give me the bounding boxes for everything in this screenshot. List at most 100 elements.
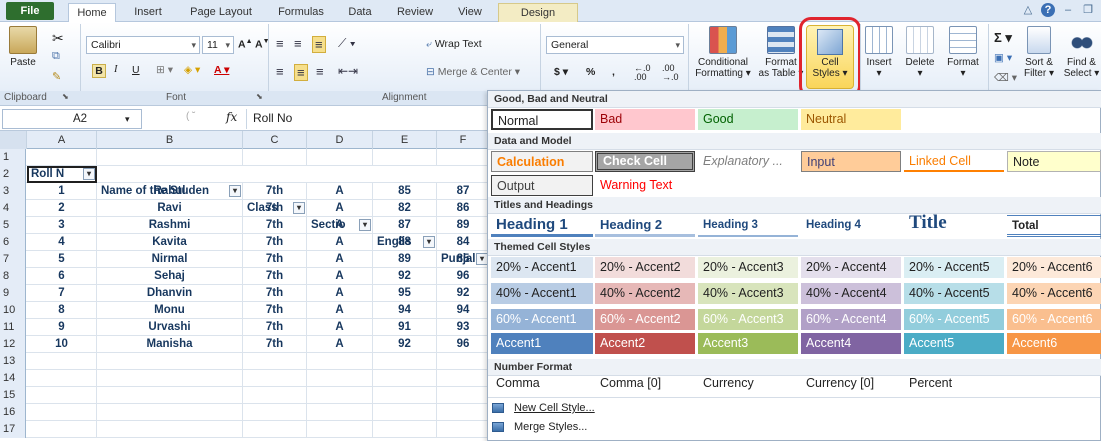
table-cell[interactable]: 92 xyxy=(373,336,437,353)
dialog-launcher-icon[interactable]: ⬊ xyxy=(256,92,263,101)
autosum-icon[interactable]: Σ ▾ xyxy=(994,30,1012,46)
empty-cell[interactable] xyxy=(373,421,437,438)
style-note[interactable]: Note xyxy=(1007,151,1101,172)
table-cell[interactable]: 86 xyxy=(437,200,490,217)
font-color-icon[interactable]: A ▾ xyxy=(214,64,229,76)
table-cell[interactable]: 7th xyxy=(243,302,307,319)
table-cell[interactable]: 88 xyxy=(373,234,437,251)
currency-button[interactable]: $ ▾ xyxy=(554,66,568,78)
style-heading-2[interactable]: Heading 2 xyxy=(595,215,695,237)
row-header[interactable]: 6 xyxy=(0,234,26,251)
style-40-accent1[interactable]: 40% - Accent1 xyxy=(491,283,593,304)
tab-data[interactable]: Data xyxy=(340,3,380,22)
row-header[interactable]: 5 xyxy=(0,217,26,234)
table-cell[interactable]: 6 xyxy=(27,268,97,285)
decrease-indent-icon[interactable]: ⇤⇥ xyxy=(338,64,358,78)
table-cell[interactable]: 7th xyxy=(243,234,307,251)
tab-view[interactable]: View xyxy=(448,3,492,22)
empty-cell[interactable] xyxy=(27,387,97,404)
row-header[interactable]: 8 xyxy=(0,268,26,285)
table-cell[interactable]: A xyxy=(307,336,373,353)
table-cell[interactable]: Monu xyxy=(97,302,243,319)
table-cell[interactable]: 87 xyxy=(373,217,437,234)
column-header-b[interactable]: B xyxy=(97,131,243,149)
style-20-accent4[interactable]: 20% - Accent4 xyxy=(801,257,901,278)
empty-cell[interactable] xyxy=(307,149,373,166)
row-header[interactable]: 17 xyxy=(0,421,26,438)
conditional-formatting-button[interactable]: Conditional Formatting ▾ xyxy=(690,26,756,79)
empty-cell[interactable] xyxy=(27,370,97,387)
align-bottom-icon[interactable]: ≡ xyxy=(312,36,326,53)
empty-cell[interactable] xyxy=(307,404,373,421)
clear-icon[interactable]: ⌫ ▾ xyxy=(994,72,1017,84)
row-header[interactable]: 4 xyxy=(0,200,26,217)
paste-button[interactable]: Paste xyxy=(6,26,40,68)
new-cell-style-item[interactable]: New Cell Style... xyxy=(492,399,595,417)
table-cell[interactable]: A xyxy=(307,217,373,234)
style-20-accent1[interactable]: 20% - Accent1 xyxy=(491,257,593,278)
empty-cell[interactable] xyxy=(97,149,243,166)
bold-button[interactable]: B xyxy=(92,64,106,78)
table-cell[interactable]: Rashmi xyxy=(97,217,243,234)
row-header[interactable]: 13 xyxy=(0,353,26,370)
empty-cell[interactable] xyxy=(373,404,437,421)
increase-decimal-icon[interactable]: ←.0.00 xyxy=(634,64,651,82)
style-accent6[interactable]: Accent6 xyxy=(1007,333,1101,354)
style-20-accent6[interactable]: 20% - Accent6 xyxy=(1007,257,1101,278)
table-cell[interactable]: 92 xyxy=(437,285,490,302)
table-cell[interactable]: 96 xyxy=(437,336,490,353)
table-cell[interactable]: 7th xyxy=(243,268,307,285)
table-cell[interactable]: Urvashi xyxy=(97,319,243,336)
table-cell[interactable]: 4 xyxy=(27,234,97,251)
empty-cell[interactable] xyxy=(437,149,490,166)
empty-cell[interactable] xyxy=(437,421,490,438)
dialog-launcher-icon[interactable]: ⬊ xyxy=(62,92,69,101)
restore-window-icon[interactable]: ❐ xyxy=(1081,3,1095,17)
table-cell[interactable]: 95 xyxy=(373,285,437,302)
align-top-icon[interactable]: ≡ xyxy=(276,36,284,51)
empty-cell[interactable] xyxy=(307,353,373,370)
empty-cell[interactable] xyxy=(437,404,490,421)
empty-cell[interactable] xyxy=(27,421,97,438)
empty-cell[interactable] xyxy=(373,353,437,370)
empty-cell[interactable] xyxy=(97,387,243,404)
filter-dropdown-icon[interactable]: ▾ xyxy=(83,168,95,180)
row-header[interactable]: 10 xyxy=(0,302,26,319)
style-accent5[interactable]: Accent5 xyxy=(904,333,1004,354)
row-header[interactable]: 2 xyxy=(0,166,26,183)
empty-cell[interactable] xyxy=(373,370,437,387)
table-cell[interactable]: Manisha xyxy=(97,336,243,353)
empty-cell[interactable] xyxy=(437,387,490,404)
style-currency-0[interactable]: Currency [0] xyxy=(801,373,901,394)
style-neutral[interactable]: Neutral xyxy=(801,109,901,130)
delete-cells-button[interactable]: Delete ▾ xyxy=(900,26,940,79)
align-center-icon[interactable]: ≡ xyxy=(294,64,308,81)
style-20-accent3[interactable]: 20% - Accent3 xyxy=(698,257,798,278)
table-cell[interactable]: 10 xyxy=(27,336,97,353)
table-cell[interactable]: 5 xyxy=(27,251,97,268)
style-good[interactable]: Good xyxy=(698,109,798,130)
empty-cell[interactable] xyxy=(437,370,490,387)
name-box[interactable]: A2 ▾ xyxy=(2,109,142,129)
style-60-accent3[interactable]: 60% - Accent3 xyxy=(698,309,798,330)
style-check-cell[interactable]: Check Cell xyxy=(595,151,695,172)
style-60-accent5[interactable]: 60% - Accent5 xyxy=(904,309,1004,330)
number-format-dropdown[interactable]: General xyxy=(546,36,684,54)
empty-cell[interactable] xyxy=(307,387,373,404)
row-header[interactable]: 3 xyxy=(0,183,26,200)
insert-cells-button[interactable]: Insert ▾ xyxy=(862,26,896,79)
table-cell[interactable]: 91 xyxy=(373,319,437,336)
merge-center-button[interactable]: ⊟ Merge & Center ▾ xyxy=(426,66,520,78)
table-cell[interactable]: 7th xyxy=(243,285,307,302)
orientation-icon[interactable]: ⟋ ▾ xyxy=(338,36,356,51)
column-header-c[interactable]: C xyxy=(243,131,307,149)
table-cell[interactable]: 7th xyxy=(243,200,307,217)
formula-input[interactable]: Roll No xyxy=(246,109,496,129)
style-percent[interactable]: Percent xyxy=(904,373,1004,394)
cut-icon[interactable]: ✂ xyxy=(52,30,64,47)
style-bad[interactable]: Bad xyxy=(595,109,695,130)
underline-button[interactable]: U xyxy=(132,64,140,76)
format-painter-icon[interactable]: ✎ xyxy=(52,70,61,83)
table-cell[interactable]: Kavita xyxy=(97,234,243,251)
table-cell[interactable]: 82 xyxy=(373,200,437,217)
